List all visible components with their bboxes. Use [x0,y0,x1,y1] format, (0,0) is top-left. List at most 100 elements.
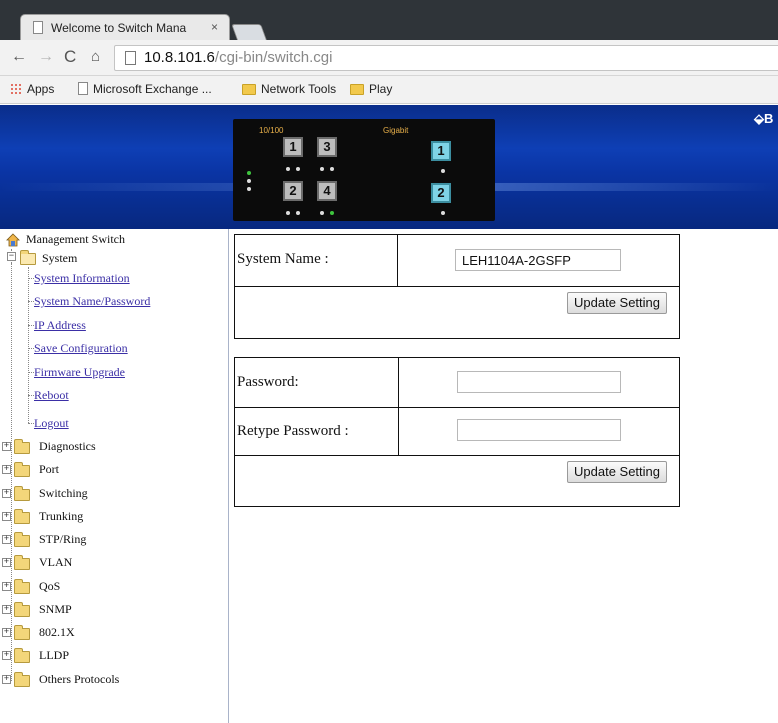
page-icon [78,82,88,95]
url-text: 10.8.101.6/cgi-bin/switch.cgi [144,49,333,66]
page-icon [125,51,136,65]
power-led [247,171,251,175]
browser-tab[interactable]: Welcome to Switch Mana × [20,14,230,40]
folder-icon [14,509,30,524]
tree-item-system[interactable]: System [42,251,77,266]
expand-diagnostics-toggle[interactable]: + [2,442,11,451]
tree-item-snmp[interactable]: SNMP [39,602,72,617]
expand-stp-ring-toggle[interactable]: + [2,535,11,544]
apps-icon [10,83,22,95]
brand-logo: ⬙B [754,111,774,126]
folder-icon [14,532,30,547]
folder-icon [14,602,30,617]
port-led [286,211,290,215]
expand-switching-toggle[interactable]: + [2,489,11,498]
expand-lldp-toggle[interactable]: + [2,651,11,660]
bookmark-microsoft-exchange[interactable]: Microsoft Exchange ... [78,82,212,96]
tree-item-diagnostics[interactable]: Diagnostics [39,439,96,454]
reload-icon[interactable]: C [64,47,76,67]
system-name-form: System Name : Update Setting [234,234,680,339]
port-led [441,169,445,173]
management-switch-icon [6,233,20,247]
expand-others-protocols-toggle[interactable]: + [2,675,11,684]
port-2[interactable]: 2 [283,181,303,201]
link-save-configuration[interactable]: Save Configuration [34,341,128,356]
navigation-tree: Management Switch − System System Inform… [0,229,229,723]
tree-root-label[interactable]: Management Switch [26,232,125,247]
port-led [296,167,300,171]
folder-icon [14,439,30,454]
tab-title: Welcome to Switch Mana [51,21,187,35]
page-icon [33,21,43,34]
expand-qos-toggle[interactable]: + [2,582,11,591]
update-password-button[interactable]: Update Setting [567,461,668,483]
tree-item-trunking[interactable]: Trunking [39,509,83,524]
link-reboot[interactable]: Reboot [34,388,69,403]
expand-vlan-toggle[interactable]: + [2,558,11,567]
bookmarks-bar: Apps Microsoft Exchange ... Network Tool… [0,76,778,104]
back-arrow-icon[interactable]: ← [11,48,27,66]
port-led [286,167,290,171]
port-4[interactable]: 4 [317,181,337,201]
expand-snmp-toggle[interactable]: + [2,605,11,614]
folder-icon [14,579,30,594]
password-input[interactable] [457,371,621,393]
folder-icon [350,84,364,95]
link-system-name-password[interactable]: System Name/Password [34,294,150,309]
address-bar[interactable]: 10.8.101.6/cgi-bin/switch.cgi [114,45,778,71]
tree-item-8021x[interactable]: 802.1X [39,625,75,640]
link-system-information[interactable]: System Information [34,271,130,286]
port-led [441,211,445,215]
link-ip-address[interactable]: IP Address [34,318,86,333]
collapse-system-toggle[interactable]: − [7,252,16,261]
system-name-label: System Name : [237,251,329,267]
tree-item-port[interactable]: Port [39,462,59,477]
bookmark-play[interactable]: Play [350,82,392,96]
tree-item-lldp[interactable]: LLDP [39,648,69,663]
folder-icon [14,648,30,663]
expand-trunking-toggle[interactable]: + [2,512,11,521]
link-firmware-upgrade[interactable]: Firmware Upgrade [34,365,125,380]
port-led [320,211,324,215]
retype-password-input[interactable] [457,419,621,441]
tree-item-vlan[interactable]: VLAN [39,555,72,570]
retype-password-label: Retype Password : [237,423,349,439]
browser-toolbar: ← → C ⌂ 10.8.101.6/cgi-bin/switch.cgi [0,40,778,76]
gigabit-port-1[interactable]: 1 [431,141,451,161]
folder-icon [14,555,30,570]
close-tab-icon[interactable]: × [211,20,218,34]
table-divider [235,286,679,287]
link-logout[interactable]: Logout [34,416,69,431]
table-divider [397,235,398,286]
header-banner: ⬙B 10/100 Gigabit 1 3 2 4 1 2 [0,105,778,229]
expand-port-toggle[interactable]: + [2,465,11,474]
port-3[interactable]: 3 [317,137,337,157]
home-icon[interactable]: ⌂ [91,48,100,65]
expand-8021x-toggle[interactable]: + [2,628,11,637]
tree-item-others-protocols[interactable]: Others Protocols [39,672,119,687]
tree-line [11,263,12,681]
status-led [247,179,251,183]
password-label: Password: [237,374,299,390]
port-led [330,167,334,171]
tree-item-stp-ring[interactable]: STP/Ring [39,532,86,547]
tree-item-qos[interactable]: QoS [39,579,60,594]
update-system-name-button[interactable]: Update Setting [567,292,668,314]
port-led [320,167,324,171]
forward-arrow-icon[interactable]: → [38,48,54,66]
table-divider [235,407,679,408]
bookmark-apps[interactable]: Apps [10,82,54,96]
folder-icon [14,672,30,687]
tree-item-switching[interactable]: Switching [39,486,88,501]
port-1[interactable]: 1 [283,137,303,157]
table-divider [235,455,679,456]
system-name-input[interactable] [455,249,621,271]
folder-icon [14,486,30,501]
folder-icon [242,84,256,95]
open-folder-icon [20,250,36,265]
gigabit-port-2[interactable]: 2 [431,183,451,203]
label-10-100: 10/100 [259,126,284,135]
new-tab-button[interactable] [231,24,267,40]
bookmark-network-tools[interactable]: Network Tools [242,82,336,96]
port-led [296,211,300,215]
